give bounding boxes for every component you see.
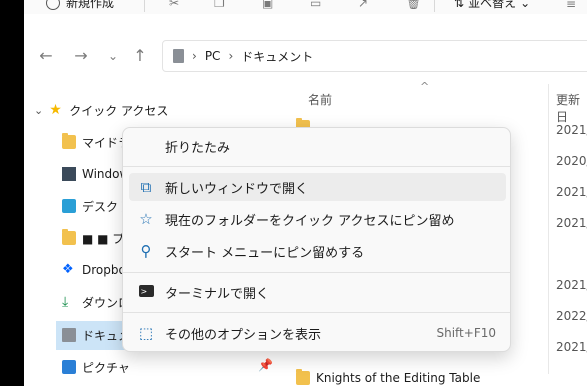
sidebar-item-windows[interactable]: Window (62, 161, 129, 187)
delete-icon[interactable]: 🗑 (406, 0, 421, 10)
sidebar-quick-access[interactable]: ⌄ ★ クイック アクセス (34, 97, 168, 123)
sidebar-item-dropbox[interactable]: ❖ Dropbo (62, 257, 126, 283)
cut-icon[interactable]: ✂ (169, 0, 183, 10)
document-icon (62, 328, 76, 342)
command-bar: 新規作成 ✂ ❐ ▣ ▭ ↗ 🗑 ⇅ 並べ替え ⌄ ≡ (24, 0, 587, 14)
folder-icon (62, 229, 76, 245)
menu-separator (123, 312, 510, 313)
menu-item-label: スタート メニューにピン留めする (165, 245, 365, 261)
more-icon[interactable]: ≡ (566, 0, 580, 11)
sidebar-quick-access-label: クイック アクセス (69, 103, 169, 118)
file-name: Knights of the Editing Table (316, 371, 481, 385)
chevron-down-icon: ⌄ (520, 0, 531, 10)
forward-arrow-icon[interactable]: → (71, 46, 91, 66)
chevron-down-icon[interactable]: ⌄ (103, 46, 123, 66)
file-date: 2021/ (556, 185, 587, 199)
menu-item-label: 現在のフォルダーをクイック アクセスにピン留め (165, 213, 455, 229)
breadcrumb-documents[interactable]: ドキュメント (241, 48, 313, 65)
chevron-down-icon: ⌄ (34, 103, 44, 117)
menu-separator (123, 166, 510, 167)
menu-item-label: その他のオプションを表示 (165, 327, 322, 343)
star-outline-icon: ☆ (139, 210, 153, 228)
file-row[interactable]: Knights of the Editing Table (296, 369, 481, 385)
menu-item-pin-quick-access[interactable]: ☆ 現在のフォルダーをクイック アクセスにピン留め (129, 205, 506, 233)
share-icon[interactable]: ↗ (358, 0, 372, 10)
toolbar-divider (434, 0, 435, 12)
menu-item-shortcut: Shift+F10 (436, 326, 496, 340)
sidebar-item-label: Dropbo (82, 263, 126, 277)
new-button[interactable]: 新規作成 (46, 0, 114, 11)
plus-icon (46, 0, 60, 10)
file-date: 2021/ (556, 278, 587, 292)
sidebar-item-downloads[interactable]: ⤓ ダウンロ (62, 289, 130, 315)
open-new-window-icon: ⧉ (140, 178, 152, 196)
sort-ascending-icon: ^ (420, 80, 430, 93)
menu-item-open-new-window[interactable]: ⧉ 新しいウィンドウで開く (129, 173, 506, 201)
sidebar-item-label: ピクチャ (82, 360, 130, 375)
sort-button-label: 並べ替え (468, 0, 517, 10)
paste-icon[interactable]: ▣ (262, 0, 276, 10)
pc-icon (173, 49, 184, 63)
folder-icon (296, 369, 310, 385)
sidebar-item-documents[interactable]: ドキュメ (62, 322, 130, 348)
show-more-options-icon: ⬚ (138, 324, 154, 342)
breadcrumb-pc[interactable]: PC (205, 49, 221, 63)
window-edge (0, 0, 24, 386)
new-button-label: 新規作成 (66, 0, 115, 10)
sort-button[interactable]: ⇅ 並べ替え ⌄ (454, 0, 530, 11)
back-arrow-icon[interactable]: ← (36, 46, 56, 66)
menu-item-show-more-options[interactable]: ⬚ その他のオプションを表示 Shift+F10 (129, 319, 506, 347)
column-header-date[interactable]: 更新日 (556, 91, 587, 125)
menu-item-collapse[interactable]: 折りたたみ (129, 132, 506, 160)
folder-icon (62, 133, 76, 149)
menu-item-label: 折りたたみ (165, 140, 231, 156)
drive-icon (62, 167, 76, 181)
address-bar[interactable]: › PC › ドキュメント (162, 40, 587, 72)
menu-separator (123, 272, 510, 273)
chevron-right-icon: › (228, 49, 234, 63)
navigation-bar: ← → ⌄ ↑ › PC › ドキュメント (24, 38, 587, 74)
rename-icon[interactable]: ▭ (310, 0, 324, 10)
menu-item-pin-start[interactable]: ⚲ スタート メニューにピン留めする (129, 237, 506, 265)
up-arrow-icon[interactable]: ↑ (130, 46, 150, 66)
column-header-name[interactable]: 名前 (308, 91, 332, 108)
copy-icon[interactable]: ❐ (214, 0, 228, 10)
file-date: 2020/ (556, 154, 587, 168)
menu-item-open-terminal[interactable]: ターミナルで開く (129, 278, 506, 306)
download-icon: ⤓ (62, 294, 69, 310)
column-divider (548, 84, 549, 374)
terminal-icon (138, 284, 154, 300)
menu-item-label: 新しいウィンドウで開く (165, 181, 309, 197)
menu-item-label: ターミナルで開く (165, 286, 270, 302)
file-date: 2021/ (556, 216, 587, 230)
sort-icon: ⇅ (454, 0, 465, 10)
sidebar-item-desktop[interactable]: デスクト (62, 193, 130, 219)
pictures-icon (62, 360, 76, 374)
pin-icon: 📌 (258, 358, 273, 372)
toolbar-divider (144, 0, 145, 12)
pin-icon: ⚲ (140, 242, 152, 260)
context-menu: 折りたたみ ⧉ 新しいウィンドウで開く ☆ 現在のフォルダーをクイック アクセス… (122, 127, 511, 352)
file-date: 2022/ (556, 309, 587, 323)
chevron-right-icon: › (192, 49, 197, 63)
dropbox-icon: ❖ (62, 262, 74, 277)
file-date: 2021/ (556, 340, 587, 354)
file-date: 2021/ (556, 123, 587, 137)
desktop-icon (62, 199, 76, 213)
star-icon: ★ (49, 102, 62, 118)
sidebar-item-pictures[interactable]: ピクチャ (62, 354, 130, 380)
